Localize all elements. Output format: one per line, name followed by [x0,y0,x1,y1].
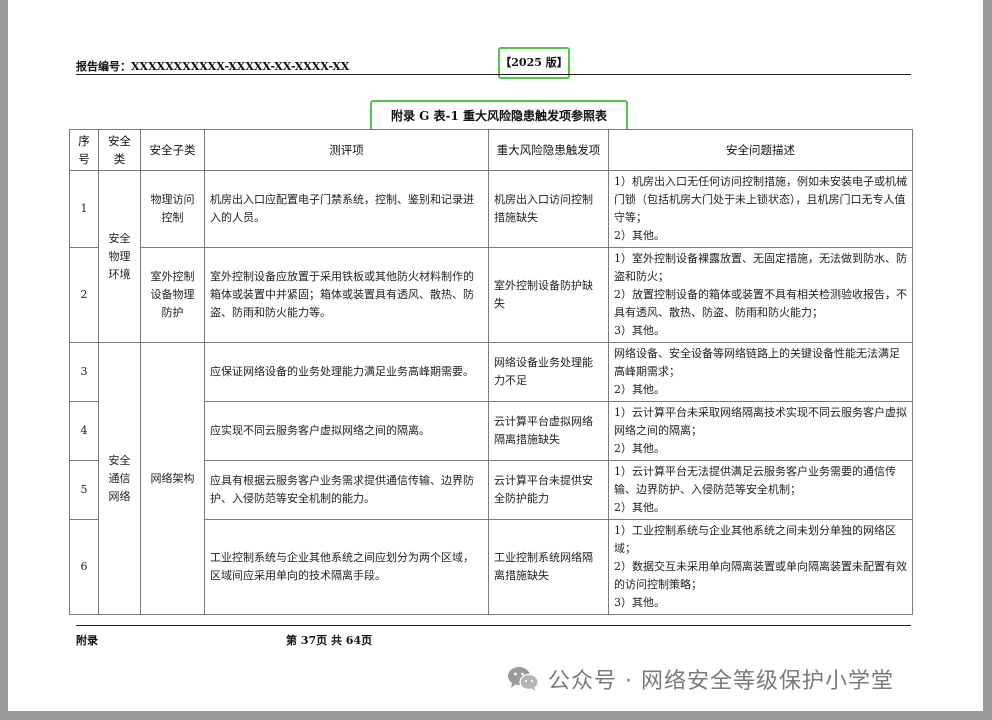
issue-line: 1）工业控制系统与企业其他系统之间未划分单独的网络区域； [614,524,896,555]
row-number: 2 [69,247,99,343]
issue-line: 3）其他。 [614,596,665,609]
row-number: 4 [69,401,99,461]
issue-line: 1）室外控制设备裸露放置、无固定措施，无法做到防水、防盗和防火； [614,252,907,283]
column-header: 安全问题描述 [608,129,913,171]
issue-line: 网络设备、安全设备等网络链路上的关键设备性能无法满足高峰期需求； [614,347,900,378]
column-header: 测评项 [204,129,489,171]
row-number: 6 [69,519,99,615]
risk-trigger: 云计算平台未提供安全防护能力 [488,460,609,520]
issue-description: 1）工业控制系统与企业其他系统之间未划分单独的网络区域； 2）数据交互未采用单向… [608,519,913,615]
issue-line: 1）云计算平台未采取网络隔离技术实现不同云服务客户虚拟网络之间的隔离； [614,406,907,437]
issue-line: 2）放置控制设备的箱体或装置不具有相关检测验收报告，不具有透风、散热、防盗、防雨… [614,288,907,319]
issue-line: 2）其他。 [614,442,665,455]
security-subcategory: 室外控制设备物理防护 [140,247,205,343]
risk-trigger-table: 序号 安全类 安全子类 测评项 重大风险隐患触发项 安全问题描述 1 安全物理环… [69,129,913,615]
table-title: 附录 G 表-1 重大风险隐患触发项参照表 [370,100,628,132]
risk-trigger: 云计算平台虚拟网络隔离措施缺失 [488,401,609,461]
risk-trigger: 机房出入口访问控制措施缺失 [488,170,609,248]
evaluation-item: 应保证网络设备的业务处理能力满足业务高峰期需要。 [204,342,489,402]
issue-line: 3）其他。 [614,324,665,337]
risk-trigger: 工业控制系统网络隔离措施缺失 [488,519,609,615]
issue-description: 1）室外控制设备裸露放置、无固定措施，无法做到防水、防盗和防火； 2）放置控制设… [608,247,913,343]
issue-line: 2）其他。 [614,501,665,514]
issue-line: 2）数据交互未采用单向隔离装置或单向隔离装置未配置有效的访问控制策略； [614,560,907,591]
row-number: 5 [69,460,99,520]
row-number: 3 [69,342,99,402]
evaluation-item: 应实现不同云服务客户虚拟网络之间的隔离。 [204,401,489,461]
table-row: 3 安全通信网络 网络架构 应保证网络设备的业务处理能力满足业务高峰期需要。 网… [69,342,913,615]
watermark-text: 公众号 · 网络安全等级保护小学堂 [548,669,894,694]
row-number: 1 [69,170,99,248]
issue-description: 1）机房出入口无任何访问控制措施，例如未安装电子或机械门锁（包括机房大门处于未上… [608,170,913,248]
footer-label: 附录 [76,634,98,647]
report-number: 报告编号：XXXXXXXXXXX-XXXXX-XX-XXXX-XX [76,60,350,73]
issue-description: 网络设备、安全设备等网络链路上的关键设备性能无法满足高峰期需求； 2）其他。 [608,342,913,402]
column-header: 安全类 [98,129,141,171]
risk-trigger: 网络设备业务处理能力不足 [488,342,609,402]
risk-trigger: 室外控制设备防护缺失 [488,247,609,343]
table-row: 1 安全物理环境 物理访问控制 机房出入口应配置电子门禁系统，控制、鉴别和记录进… [69,170,913,343]
evaluation-item: 应具有根据云服务客户业务需求提供通信传输、边界防护、入侵防范等安全机制的能力。 [204,460,489,520]
footer-divider [76,625,911,626]
security-subcategory: 物理访问控制 [140,170,205,248]
evaluation-item: 室外控制设备应放置于采用铁板或其他防火材料制作的箱体或装置中并紧固；箱体或装置具… [204,247,489,343]
issue-line: 2）其他。 [614,383,665,396]
column-header: 序号 [69,129,99,171]
watermark: 公众号 · 网络安全等级保护小学堂 [506,662,894,696]
table-header-row: 序号 安全类 安全子类 测评项 重大风险隐患触发项 安全问题描述 [69,129,913,171]
column-header: 安全子类 [140,129,205,171]
issue-line: 2）其他。 [614,229,665,242]
document-page: 报告编号：XXXXXXXXXXX-XXXXX-XX-XXXX-XX 【2025 … [8,0,983,711]
evaluation-item: 工业控制系统与企业其他系统之间应划分为两个区域，区域间应采用单向的技术隔离手段。 [204,519,489,615]
issue-description: 1）云计算平台无法提供满足云服务客户业务需要的通信传输、边界防护、入侵防范等安全… [608,460,913,520]
column-header: 重大风险隐患触发项 [488,129,609,171]
header-divider [76,74,911,75]
wechat-icon [508,667,539,691]
issue-line: 1）云计算平台无法提供满足云服务客户业务需要的通信传输、边界防护、入侵防范等安全… [614,465,896,496]
security-category: 安全通信网络 [98,342,141,615]
issue-description: 1）云计算平台未采取网络隔离技术实现不同云服务客户虚拟网络之间的隔离； 2）其他… [608,401,913,461]
page-number: 第 37页 共 64页 [286,634,373,647]
security-category: 安全物理环境 [98,170,141,343]
evaluation-item: 机房出入口应配置电子门禁系统，控制、鉴别和记录进入的人员。 [204,170,489,248]
security-subcategory: 网络架构 [140,342,205,615]
table-row: 2 室外控制设备物理防护 室外控制设备应放置于采用铁板或其他防火材料制作的箱体或… [69,247,913,343]
issue-line: 1）机房出入口无任何访问控制措施，例如未安装电子或机械门锁（包括机房大门处于未上… [614,175,907,224]
